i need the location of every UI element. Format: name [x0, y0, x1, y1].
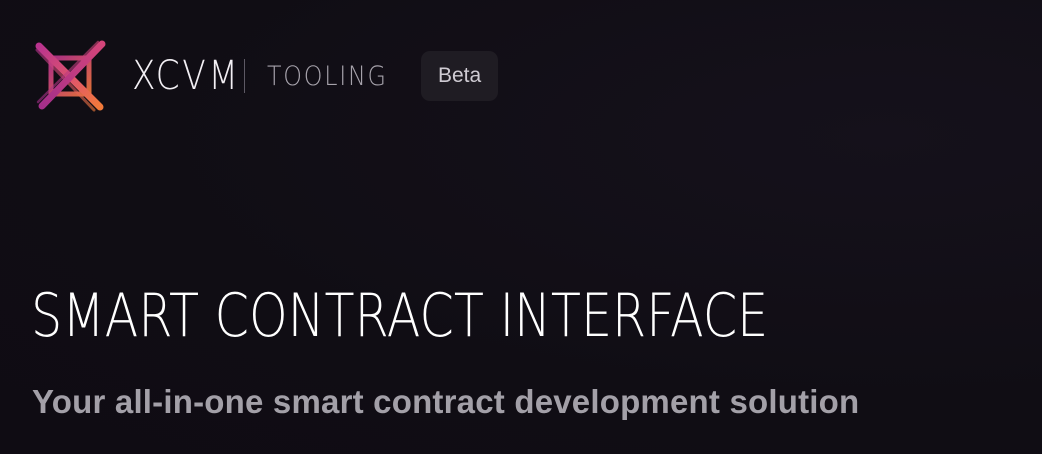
header-divider — [244, 59, 245, 93]
site-header: XCVM TOOLING Beta — [34, 40, 499, 112]
brand-name: XCVM — [132, 53, 241, 99]
hero-title: SMART CONTRACT INTERFACE — [31, 281, 769, 351]
hero-subtitle: Your all-in-one smart contract developme… — [32, 383, 860, 420]
landing-page: XCVM TOOLING Beta SMART CONTRACT INTERFA… — [0, 0, 1042, 454]
beta-badge: Beta — [421, 51, 499, 101]
brand-subtitle: TOOLING — [267, 60, 388, 92]
xcvm-logo-icon[interactable] — [34, 40, 106, 112]
